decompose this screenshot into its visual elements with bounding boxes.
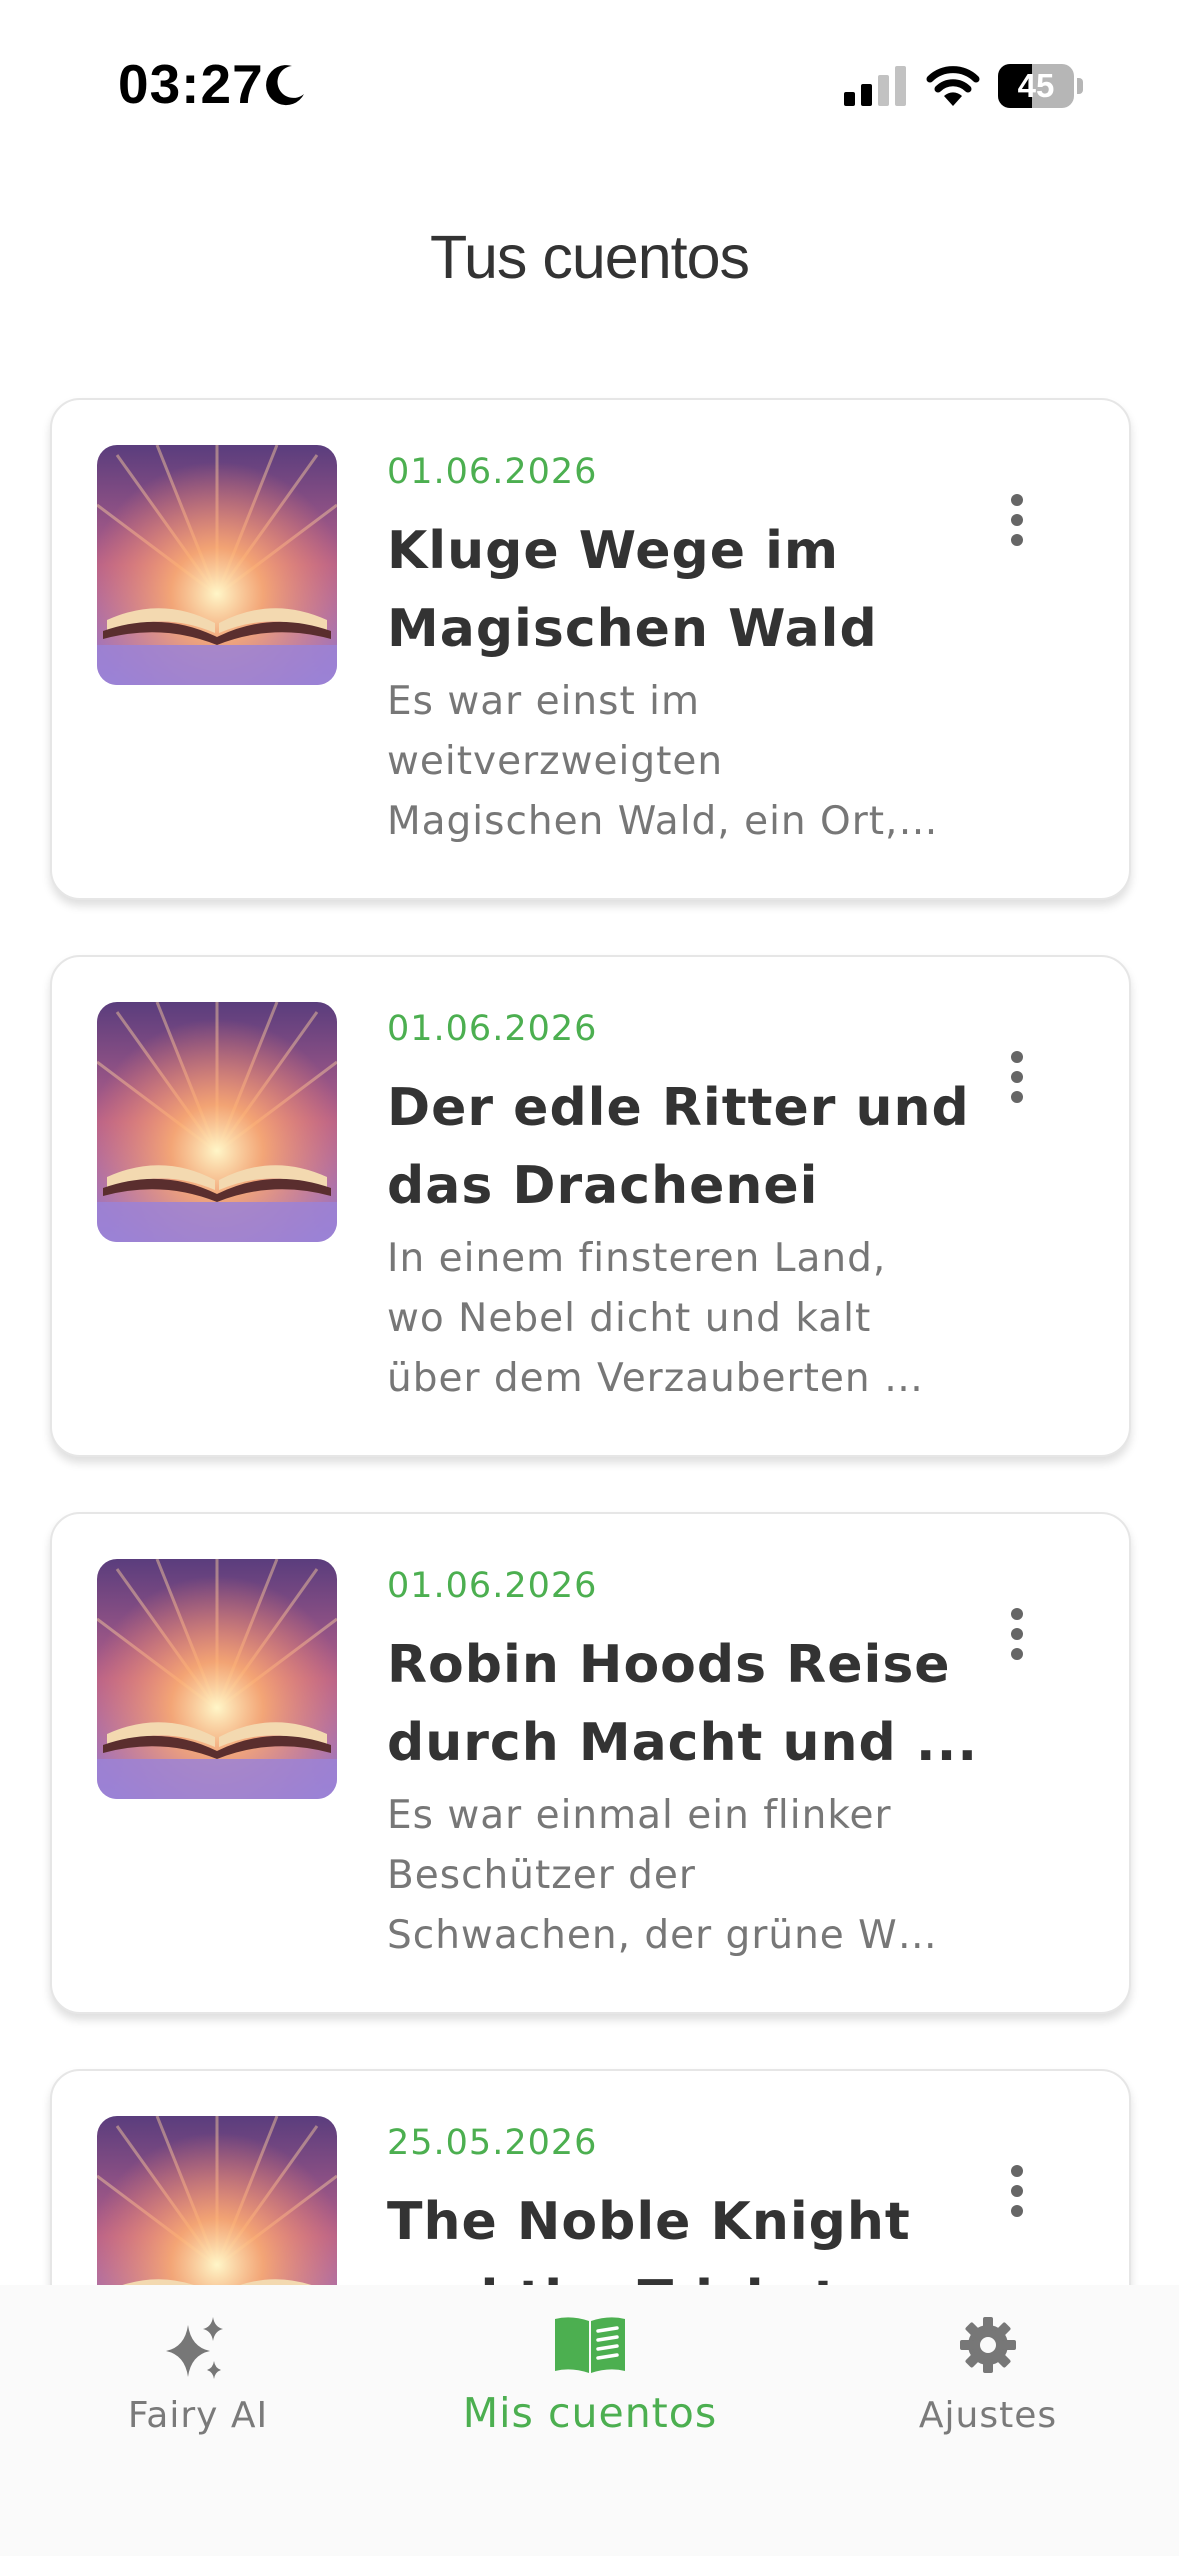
story-card[interactable]: 01.06.2026 Robin Hoods Reise durch Macht… bbox=[50, 1512, 1131, 2014]
story-excerpt-line: Beschützer der bbox=[387, 1853, 696, 1898]
tab-bar: Fairy AI Mis cuentos Ajustes bbox=[0, 2285, 1179, 2556]
story-card[interactable]: 25.05.2026 The Noble Knight and the Tric… bbox=[50, 2069, 1131, 2285]
story-cover-image bbox=[97, 1002, 337, 1242]
story-date: 01.06.2026 bbox=[387, 452, 598, 492]
story-title-line: Kluge Wege im bbox=[387, 521, 840, 581]
story-cover-image bbox=[97, 2116, 337, 2285]
gear-icon bbox=[960, 2317, 1016, 2373]
story-excerpt: Es war einst im weitverzweigten Magische… bbox=[387, 672, 947, 852]
book-icon bbox=[555, 2317, 625, 2373]
tab-label: Ajustes bbox=[918, 2395, 1058, 2436]
story-title-line: Der edle Ritter und bbox=[387, 1078, 970, 1138]
story-title-line: Magischen Wald bbox=[387, 599, 878, 659]
story-date: 25.05.2026 bbox=[387, 2123, 598, 2163]
story-date: 01.06.2026 bbox=[387, 1009, 598, 1049]
more-vertical-icon[interactable] bbox=[997, 1604, 1037, 1664]
story-excerpt: Es war einmal ein flinker Beschützer der… bbox=[387, 1786, 947, 1966]
story-excerpt-line: Schwachen, der grüne W… bbox=[387, 1913, 938, 1958]
story-date: 01.06.2026 bbox=[387, 1566, 598, 1606]
story-title[interactable]: Kluge Wege im Magischen Wald bbox=[387, 512, 947, 668]
story-excerpt-line: über dem Verzauberten … bbox=[387, 1356, 924, 1401]
story-excerpt-line: Es war einmal ein flinker bbox=[387, 1793, 892, 1838]
open-book-illustration bbox=[97, 445, 337, 685]
open-book-illustration bbox=[97, 1002, 337, 1242]
more-vertical-icon[interactable] bbox=[997, 490, 1037, 550]
story-card[interactable]: 01.06.2026 Der edle Ritter und das Drach… bbox=[50, 955, 1131, 1457]
story-cover-image bbox=[97, 445, 337, 685]
tab-fairy-ai[interactable]: Fairy AI bbox=[80, 2285, 316, 2475]
tab-label: Fairy AI bbox=[127, 2395, 269, 2436]
story-cover-image bbox=[97, 1559, 337, 1799]
story-list[interactable]: 01.06.2026 Kluge Wege im Magischen Wald … bbox=[0, 0, 1179, 2285]
open-book-illustration bbox=[97, 1559, 337, 1799]
tab-mis-cuentos[interactable]: Mis cuentos bbox=[420, 2285, 760, 2475]
story-title-line: das Drachenei bbox=[387, 1156, 819, 1216]
more-vertical-icon[interactable] bbox=[997, 2161, 1037, 2221]
story-title-line: and the Trickster bbox=[387, 2261, 947, 2285]
story-card[interactable]: 01.06.2026 Kluge Wege im Magischen Wald … bbox=[50, 398, 1131, 900]
story-excerpt: In einem finsteren Land, wo Nebel dicht … bbox=[387, 1229, 947, 1409]
tab-label: Mis cuentos bbox=[462, 2389, 718, 2437]
story-excerpt-line: wo Nebel dicht und kalt bbox=[387, 1296, 872, 1341]
story-title-line: Robin Hoods Reise bbox=[387, 1635, 951, 1695]
story-excerpt-line: Magischen Wald, ein Ort,… bbox=[387, 799, 939, 844]
story-excerpt-line: In einem finsteren Land, bbox=[387, 1236, 887, 1281]
sparkles-icon bbox=[166, 2317, 223, 2379]
open-book-illustration bbox=[97, 2116, 337, 2285]
story-excerpt-line: Es war einst im bbox=[387, 679, 700, 724]
story-excerpt-line: weitverzweigten bbox=[387, 739, 724, 784]
story-title[interactable]: Robin Hoods Reise durch Macht und ... bbox=[387, 1626, 979, 1782]
story-title[interactable]: The Noble Knight and the Trickster bbox=[387, 2183, 947, 2285]
story-title[interactable]: Der edle Ritter und das Drachenei bbox=[387, 1069, 970, 1225]
tab-ajustes[interactable]: Ajustes bbox=[870, 2285, 1106, 2475]
story-title-line: durch Macht und ... bbox=[387, 1713, 979, 1773]
story-title-line: The Noble Knight bbox=[387, 2192, 911, 2252]
more-vertical-icon[interactable] bbox=[997, 1047, 1037, 1107]
